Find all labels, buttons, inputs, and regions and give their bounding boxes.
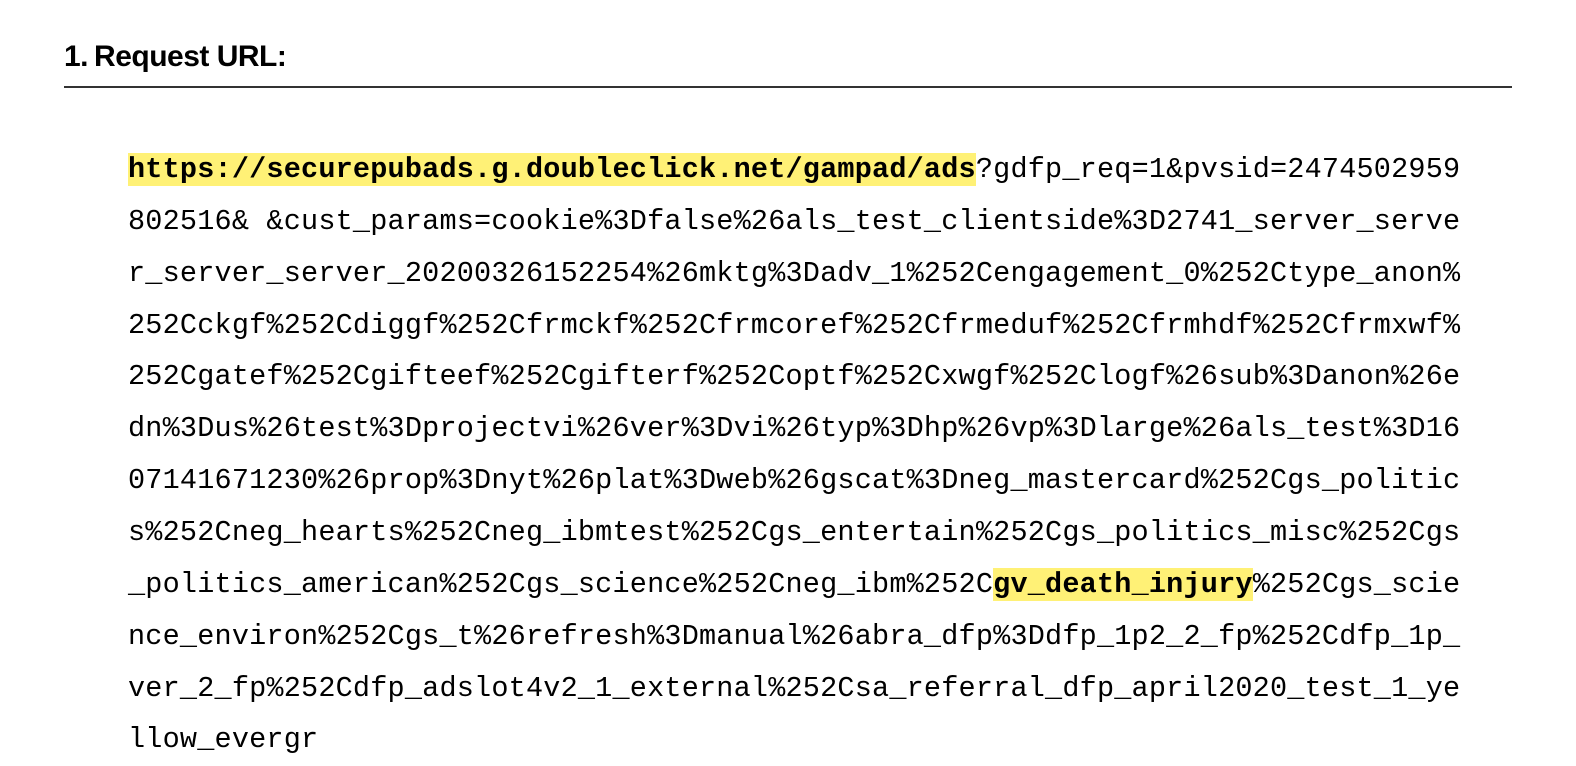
url-host-path-highlight: https://securepubads.g.doubleclick.net/g… [128, 153, 976, 186]
url-highlight-gv-death-injury: gv_death_injury [993, 568, 1253, 601]
section-heading: 1. Request URL: [64, 40, 1512, 74]
heading-title: Request URL: [94, 40, 286, 74]
heading-number: 1. [64, 40, 88, 74]
heading-divider [64, 86, 1512, 88]
url-query-segment-1: ?gdfp_req=1&pvsid=247450295980251​6& &cu… [128, 153, 1460, 601]
request-url-block: https://securepubads.g.doubleclick.net/g… [128, 144, 1464, 766]
